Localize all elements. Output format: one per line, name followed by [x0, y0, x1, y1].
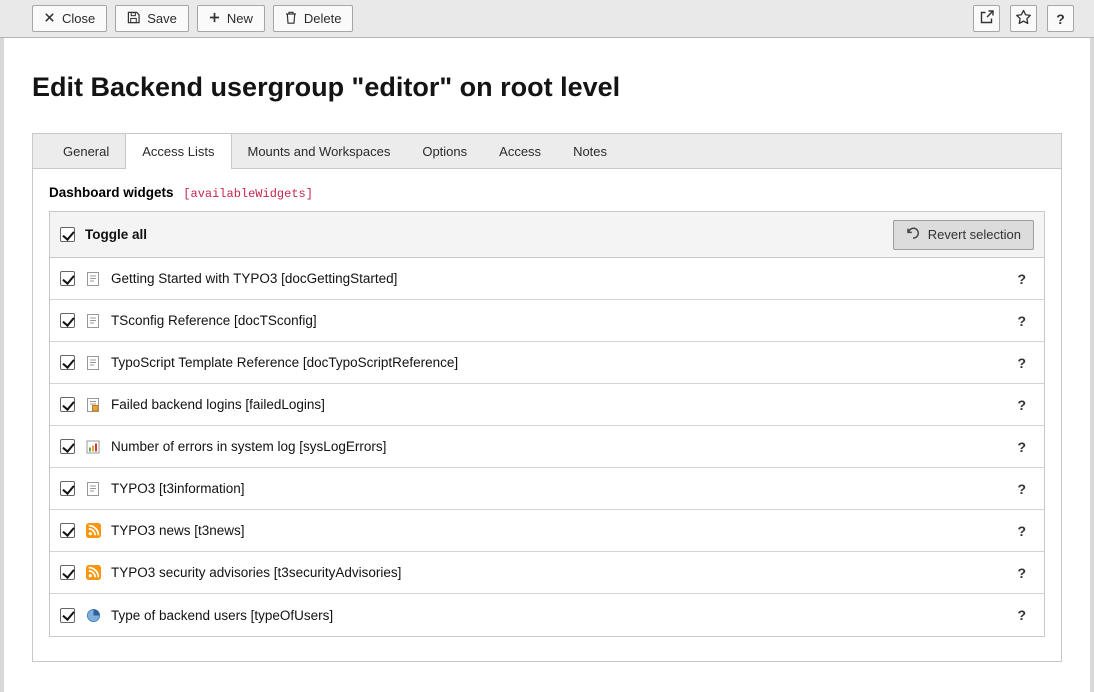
- bookmark-button[interactable]: [1010, 5, 1037, 32]
- plus-icon: [209, 11, 220, 26]
- help-question-mark[interactable]: ?: [1009, 397, 1034, 413]
- module-body: Edit Backend usergroup "editor" on root …: [4, 38, 1090, 692]
- document-buttons: Close Save New Delete: [32, 5, 353, 32]
- save-button-label: Save: [147, 11, 177, 26]
- rss-icon: [85, 565, 101, 581]
- page-title: Edit Backend usergroup "editor" on root …: [32, 72, 1062, 103]
- row-checkbox[interactable]: [60, 523, 75, 538]
- tab-access[interactable]: Access: [483, 134, 557, 168]
- list-item-label: Failed backend logins [failedLogins]: [111, 397, 1009, 412]
- doc-header-toolbar: Close Save New Delete ?: [0, 0, 1094, 38]
- toggle-all-checkbox[interactable]: [60, 227, 75, 242]
- question-mark-icon: ?: [1056, 11, 1065, 27]
- list-item-label: Type of backend users [typeOfUsers]: [111, 608, 1009, 623]
- delete-button[interactable]: Delete: [273, 5, 354, 32]
- pie-chart-icon: [85, 607, 101, 623]
- row-checkbox[interactable]: [60, 608, 75, 623]
- list-item-label: TYPO3 [t3information]: [111, 481, 1009, 496]
- save-icon: [127, 11, 140, 27]
- list-item-label: TypoScript Template Reference [docTypoSc…: [111, 355, 1009, 370]
- row-checkbox[interactable]: [60, 397, 75, 412]
- rss-icon: [85, 523, 101, 539]
- list-item: TSconfig Reference [docTSconfig] ?: [50, 300, 1044, 342]
- document-icon: [85, 271, 101, 287]
- list-header: Toggle all Revert selection: [50, 212, 1044, 258]
- list-item-label: TYPO3 news [t3news]: [111, 523, 1009, 538]
- field-code: [availableWidgets]: [183, 187, 313, 201]
- list-item-label: TYPO3 security advisories [t3securityAdv…: [111, 565, 1009, 580]
- toggle-all-label: Toggle all: [85, 227, 147, 242]
- tab-general[interactable]: General: [47, 134, 125, 168]
- list-item-label: Getting Started with TYPO3 [docGettingSt…: [111, 271, 1009, 286]
- delete-button-label: Delete: [304, 11, 342, 26]
- failed-logins-icon: [85, 397, 101, 413]
- help-question-mark[interactable]: ?: [1009, 607, 1034, 623]
- tab-access-lists[interactable]: Access Lists: [125, 134, 231, 169]
- list-item: TYPO3 news [t3news] ?: [50, 510, 1044, 552]
- help-question-mark[interactable]: ?: [1009, 271, 1034, 287]
- open-new-window-icon: [979, 9, 995, 28]
- new-button[interactable]: New: [197, 5, 265, 32]
- system-log-chart-icon: [85, 439, 101, 455]
- star-icon: [1015, 9, 1032, 28]
- revert-selection-button[interactable]: Revert selection: [893, 220, 1034, 250]
- trash-icon: [285, 11, 297, 27]
- help-question-mark[interactable]: ?: [1009, 523, 1034, 539]
- record-edit-panel: General Access Lists Mounts and Workspac…: [32, 133, 1062, 662]
- list-item-label: TSconfig Reference [docTSconfig]: [111, 313, 1009, 328]
- row-checkbox[interactable]: [60, 565, 75, 580]
- document-icon: [85, 313, 101, 329]
- help-question-mark[interactable]: ?: [1009, 313, 1034, 329]
- open-new-window-button[interactable]: [973, 5, 1000, 32]
- help-question-mark[interactable]: ?: [1009, 565, 1034, 581]
- row-checkbox[interactable]: [60, 313, 75, 328]
- save-button[interactable]: Save: [115, 5, 189, 32]
- list-item: Type of backend users [typeOfUsers] ?: [50, 594, 1044, 636]
- list-item: TYPO3 [t3information] ?: [50, 468, 1044, 510]
- new-button-label: New: [227, 11, 253, 26]
- field-label: Dashboard widgets [availableWidgets]: [49, 185, 1045, 201]
- field-label-text: Dashboard widgets: [49, 185, 174, 200]
- tab-notes[interactable]: Notes: [557, 134, 623, 168]
- list-item: Number of errors in system log [sysLogEr…: [50, 426, 1044, 468]
- close-icon: [44, 11, 55, 26]
- tab-mounts-and-workspaces[interactable]: Mounts and Workspaces: [232, 134, 407, 168]
- revert-selection-label: Revert selection: [928, 227, 1021, 242]
- list-item: Getting Started with TYPO3 [docGettingSt…: [50, 258, 1044, 300]
- help-button[interactable]: ?: [1047, 5, 1074, 32]
- document-icon: [85, 481, 101, 497]
- row-checkbox[interactable]: [60, 355, 75, 370]
- row-checkbox[interactable]: [60, 271, 75, 286]
- list-item-label: Number of errors in system log [sysLogEr…: [111, 439, 1009, 454]
- list-item: TYPO3 security advisories [t3securityAdv…: [50, 552, 1044, 594]
- help-question-mark[interactable]: ?: [1009, 439, 1034, 455]
- row-checkbox[interactable]: [60, 481, 75, 496]
- list-item: TypoScript Template Reference [docTypoSc…: [50, 342, 1044, 384]
- help-question-mark[interactable]: ?: [1009, 481, 1034, 497]
- document-icon: [85, 355, 101, 371]
- help-question-mark[interactable]: ?: [1009, 355, 1034, 371]
- close-button[interactable]: Close: [32, 5, 107, 32]
- tab-bar: General Access Lists Mounts and Workspac…: [33, 134, 1061, 169]
- row-checkbox[interactable]: [60, 439, 75, 454]
- tab-content: Dashboard widgets [availableWidgets] Tog…: [33, 169, 1061, 661]
- widget-select-list: Toggle all Revert selection Getting Star…: [49, 211, 1045, 637]
- close-button-label: Close: [62, 11, 95, 26]
- list-item: Failed backend logins [failedLogins] ?: [50, 384, 1044, 426]
- revert-icon: [906, 226, 920, 243]
- tab-options[interactable]: Options: [406, 134, 483, 168]
- view-buttons: ?: [973, 5, 1074, 32]
